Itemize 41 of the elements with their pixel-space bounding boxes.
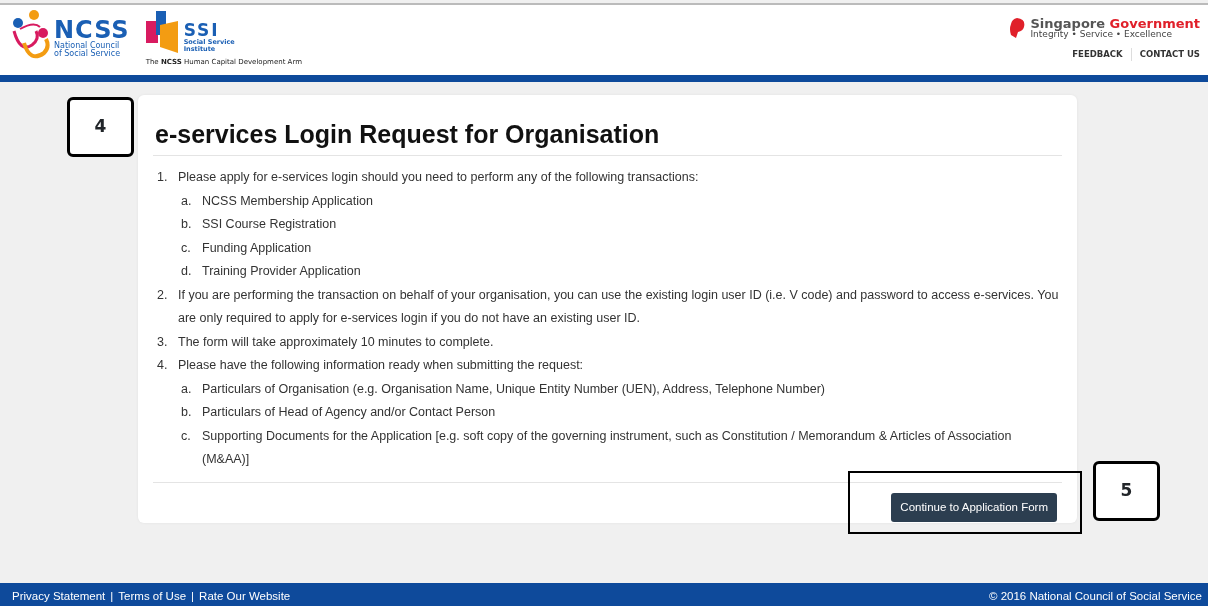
list-text: Please apply for e-services login should you need to perform any of the following transactions: bbox=[178, 169, 699, 186]
list-text: Particulars of Head of Agency and/or Contact Person bbox=[202, 404, 496, 421]
government-name: Singapore Government bbox=[1030, 17, 1200, 30]
list-marker: 2. bbox=[157, 286, 169, 304]
header-link[interactable]: FEEDBACK bbox=[1064, 47, 1131, 61]
list-marker: 3. bbox=[157, 333, 169, 351]
list-marker: a. bbox=[181, 192, 193, 210]
list-marker: c. bbox=[181, 239, 192, 257]
logo-text: NCSS bbox=[54, 17, 130, 42]
list-text: If you are performing the transaction on behalf of your organisation, you can use the existing login user ID (i.e. V code) and password to access e-services. You are only required to apply for e-services login if you do not have an existing user ID. bbox=[178, 286, 1060, 327]
list-text: Supporting Documents for the Application [e.g. soft copy of the governing instrument, such as Constitution / Memorandum & Articles of Association (M&AA)] bbox=[202, 427, 1013, 468]
list-marker: 4. bbox=[157, 357, 169, 374]
motto-text: Integrity • Service • Excellence bbox=[1030, 30, 1174, 40]
list-text: Training Provider Application bbox=[202, 263, 361, 280]
page-title: e-services Login Request for Organisation bbox=[153, 113, 1062, 156]
list-text: NCSS Membership Application bbox=[202, 192, 373, 210]
list-marker: a. bbox=[181, 380, 193, 398]
list-marker: 1. bbox=[157, 169, 169, 186]
list-text: SSI Course Registration bbox=[202, 216, 337, 233]
list-text: The form will take approximately 10 minutes to complete. bbox=[178, 333, 494, 351]
footer-link[interactable]: Terms of Use bbox=[118, 589, 187, 602]
separator: | bbox=[110, 589, 114, 602]
copyright-text: © 2016 National Council of Social Service bbox=[988, 588, 1202, 604]
footer-link[interactable]: Rate Our Website bbox=[199, 589, 291, 602]
header-link[interactable]: CONTACT US bbox=[1130, 47, 1200, 61]
list-text: Funding Application bbox=[202, 239, 312, 257]
list-marker: b. bbox=[181, 404, 193, 421]
step-number: 4 bbox=[67, 97, 134, 157]
step-number: 5 bbox=[1093, 461, 1160, 521]
list-marker: c. bbox=[181, 427, 192, 445]
logo-subtitle: National Council of Social Service bbox=[54, 41, 122, 59]
separator: | bbox=[191, 589, 195, 602]
footer-link[interactable]: Privacy Statement bbox=[12, 589, 106, 602]
continue-button[interactable]: Continue to Application Form bbox=[891, 492, 1057, 522]
list-marker: d. bbox=[181, 263, 193, 280]
list-marker: b. bbox=[181, 216, 193, 233]
book-logo-icon bbox=[145, 9, 180, 53]
list-text: Particulars of Organisation (e.g. Organisation Name, Unique Entity Number (UEN), Address, Telephone Number) bbox=[202, 380, 825, 398]
logo-text: SSI bbox=[183, 22, 220, 40]
list-text: Please have the following information ready when submitting the request: bbox=[178, 357, 584, 374]
lion-head-icon bbox=[1008, 17, 1027, 39]
